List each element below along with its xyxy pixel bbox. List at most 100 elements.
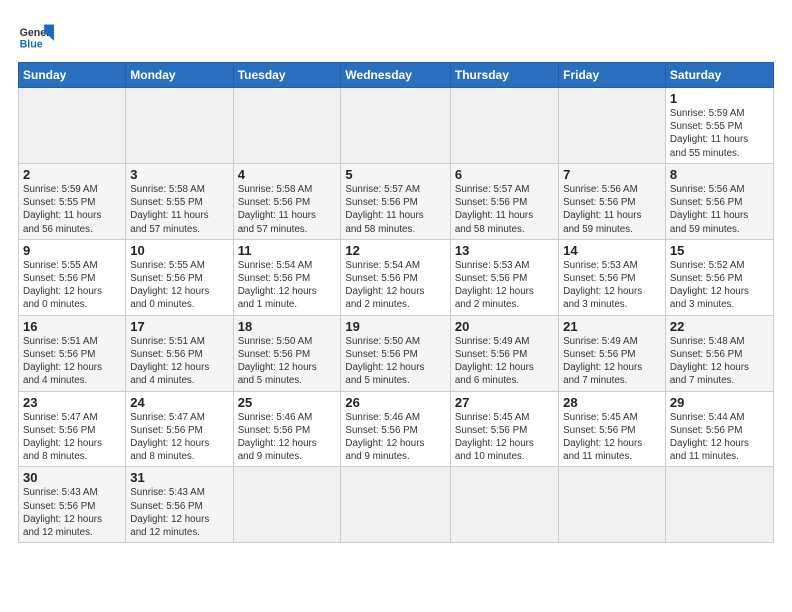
day-number: 26	[345, 395, 445, 410]
calendar-cell	[341, 467, 450, 543]
day-number: 3	[130, 167, 228, 182]
calendar-week-row: 9Sunrise: 5:55 AM Sunset: 5:56 PM Daylig…	[19, 239, 774, 315]
day-info: Sunrise: 5:57 AM Sunset: 5:56 PM Dayligh…	[455, 183, 554, 236]
day-number: 2	[23, 167, 121, 182]
day-info: Sunrise: 5:58 AM Sunset: 5:55 PM Dayligh…	[130, 183, 228, 236]
calendar-day-header: Sunday	[19, 63, 126, 88]
day-info: Sunrise: 5:46 AM Sunset: 5:56 PM Dayligh…	[345, 411, 445, 464]
day-info: Sunrise: 5:58 AM Sunset: 5:56 PM Dayligh…	[238, 183, 337, 236]
day-info: Sunrise: 5:46 AM Sunset: 5:56 PM Dayligh…	[238, 411, 337, 464]
calendar-cell	[233, 88, 341, 164]
day-info: Sunrise: 5:48 AM Sunset: 5:56 PM Dayligh…	[670, 335, 769, 388]
calendar-cell: 11Sunrise: 5:54 AM Sunset: 5:56 PM Dayli…	[233, 239, 341, 315]
calendar-cell: 14Sunrise: 5:53 AM Sunset: 5:56 PM Dayli…	[559, 239, 666, 315]
day-number: 16	[23, 319, 121, 334]
calendar-cell: 10Sunrise: 5:55 AM Sunset: 5:56 PM Dayli…	[126, 239, 233, 315]
day-info: Sunrise: 5:43 AM Sunset: 5:56 PM Dayligh…	[130, 486, 228, 539]
day-info: Sunrise: 5:54 AM Sunset: 5:56 PM Dayligh…	[345, 259, 445, 312]
calendar-cell: 17Sunrise: 5:51 AM Sunset: 5:56 PM Dayli…	[126, 315, 233, 391]
day-number: 9	[23, 243, 121, 258]
day-number: 18	[238, 319, 337, 334]
day-info: Sunrise: 5:47 AM Sunset: 5:56 PM Dayligh…	[23, 411, 121, 464]
day-info: Sunrise: 5:44 AM Sunset: 5:56 PM Dayligh…	[670, 411, 769, 464]
day-info: Sunrise: 5:53 AM Sunset: 5:56 PM Dayligh…	[563, 259, 661, 312]
calendar-cell: 24Sunrise: 5:47 AM Sunset: 5:56 PM Dayli…	[126, 391, 233, 467]
calendar-header-row: SundayMondayTuesdayWednesdayThursdayFrid…	[19, 63, 774, 88]
day-info: Sunrise: 5:56 AM Sunset: 5:56 PM Dayligh…	[670, 183, 769, 236]
day-number: 11	[238, 243, 337, 258]
calendar-day-header: Tuesday	[233, 63, 341, 88]
day-number: 7	[563, 167, 661, 182]
day-number: 28	[563, 395, 661, 410]
calendar-cell: 26Sunrise: 5:46 AM Sunset: 5:56 PM Dayli…	[341, 391, 450, 467]
calendar-cell: 15Sunrise: 5:52 AM Sunset: 5:56 PM Dayli…	[665, 239, 773, 315]
calendar-day-header: Monday	[126, 63, 233, 88]
day-number: 14	[563, 243, 661, 258]
calendar-week-row: 2Sunrise: 5:59 AM Sunset: 5:55 PM Daylig…	[19, 163, 774, 239]
calendar-cell	[450, 467, 558, 543]
calendar-cell	[19, 88, 126, 164]
calendar-cell: 21Sunrise: 5:49 AM Sunset: 5:56 PM Dayli…	[559, 315, 666, 391]
calendar-cell: 5Sunrise: 5:57 AM Sunset: 5:56 PM Daylig…	[341, 163, 450, 239]
calendar-cell: 27Sunrise: 5:45 AM Sunset: 5:56 PM Dayli…	[450, 391, 558, 467]
calendar-cell: 23Sunrise: 5:47 AM Sunset: 5:56 PM Dayli…	[19, 391, 126, 467]
calendar-cell: 29Sunrise: 5:44 AM Sunset: 5:56 PM Dayli…	[665, 391, 773, 467]
calendar-cell: 19Sunrise: 5:50 AM Sunset: 5:56 PM Dayli…	[341, 315, 450, 391]
calendar-cell: 4Sunrise: 5:58 AM Sunset: 5:56 PM Daylig…	[233, 163, 341, 239]
day-info: Sunrise: 5:49 AM Sunset: 5:56 PM Dayligh…	[563, 335, 661, 388]
calendar-cell: 1Sunrise: 5:59 AM Sunset: 5:55 PM Daylig…	[665, 88, 773, 164]
day-info: Sunrise: 5:45 AM Sunset: 5:56 PM Dayligh…	[455, 411, 554, 464]
day-number: 4	[238, 167, 337, 182]
calendar-week-row: 1Sunrise: 5:59 AM Sunset: 5:55 PM Daylig…	[19, 88, 774, 164]
calendar-week-row: 30 Sunrise: 5:43 AM Sunset: 5:56 PM Dayli…	[19, 467, 774, 543]
calendar-cell: 28Sunrise: 5:45 AM Sunset: 5:56 PM Dayli…	[559, 391, 666, 467]
day-number: 6	[455, 167, 554, 182]
day-number: 30	[23, 470, 121, 485]
day-info: Sunrise: 5:56 AM Sunset: 5:56 PM Dayligh…	[563, 183, 661, 236]
calendar-cell: 6Sunrise: 5:57 AM Sunset: 5:56 PM Daylig…	[450, 163, 558, 239]
day-number: 31	[130, 470, 228, 485]
day-info: Sunrise: 5:45 AM Sunset: 5:56 PM Dayligh…	[563, 411, 661, 464]
calendar-cell: 31Sunrise: 5:43 AM Sunset: 5:56 PM Dayli…	[126, 467, 233, 543]
day-info: Sunrise: 5:52 AM Sunset: 5:56 PM Dayligh…	[670, 259, 769, 312]
calendar-cell: 7Sunrise: 5:56 AM Sunset: 5:56 PM Daylig…	[559, 163, 666, 239]
day-number: 15	[670, 243, 769, 258]
calendar-cell	[233, 467, 341, 543]
calendar-cell: 2Sunrise: 5:59 AM Sunset: 5:55 PM Daylig…	[19, 163, 126, 239]
day-number: 17	[130, 319, 228, 334]
calendar-cell: 22Sunrise: 5:48 AM Sunset: 5:56 PM Dayli…	[665, 315, 773, 391]
day-info: Sunrise: 5:50 AM Sunset: 5:56 PM Dayligh…	[238, 335, 337, 388]
calendar-cell	[126, 88, 233, 164]
calendar-cell: 12Sunrise: 5:54 AM Sunset: 5:56 PM Dayli…	[341, 239, 450, 315]
calendar-day-header: Wednesday	[341, 63, 450, 88]
calendar-cell: 16Sunrise: 5:51 AM Sunset: 5:56 PM Dayli…	[19, 315, 126, 391]
day-number: 12	[345, 243, 445, 258]
day-info: Sunrise: 5:55 AM Sunset: 5:56 PM Dayligh…	[23, 259, 121, 312]
logo: General Blue	[18, 18, 54, 54]
day-info: Sunrise: 5:59 AM Sunset: 5:55 PM Dayligh…	[670, 107, 769, 160]
calendar-cell: 3Sunrise: 5:58 AM Sunset: 5:55 PM Daylig…	[126, 163, 233, 239]
day-number: 1	[670, 91, 769, 106]
calendar-day-header: Friday	[559, 63, 666, 88]
day-info: Sunrise: 5:57 AM Sunset: 5:56 PM Dayligh…	[345, 183, 445, 236]
calendar-cell	[341, 88, 450, 164]
calendar-cell: 20Sunrise: 5:49 AM Sunset: 5:56 PM Dayli…	[450, 315, 558, 391]
day-number: 25	[238, 395, 337, 410]
day-number: 5	[345, 167, 445, 182]
day-info: Sunrise: 5:59 AM Sunset: 5:55 PM Dayligh…	[23, 183, 121, 236]
day-info: Sunrise: 5:50 AM Sunset: 5:56 PM Dayligh…	[345, 335, 445, 388]
day-number: 10	[130, 243, 228, 258]
day-number: 29	[670, 395, 769, 410]
calendar-cell	[559, 88, 666, 164]
day-info: Sunrise: 5:51 AM Sunset: 5:56 PM Dayligh…	[130, 335, 228, 388]
calendar-day-header: Thursday	[450, 63, 558, 88]
calendar-cell	[665, 467, 773, 543]
calendar-day-header: Saturday	[665, 63, 773, 88]
calendar-cell	[559, 467, 666, 543]
calendar-cell: 18Sunrise: 5:50 AM Sunset: 5:56 PM Dayli…	[233, 315, 341, 391]
calendar-cell: 25Sunrise: 5:46 AM Sunset: 5:56 PM Dayli…	[233, 391, 341, 467]
day-info: Sunrise: 5:53 AM Sunset: 5:56 PM Dayligh…	[455, 259, 554, 312]
calendar-week-row: 16 Sunrise: 5:51 AM Sunset: 5:56 PM Dayli…	[19, 315, 774, 391]
day-number: 13	[455, 243, 554, 258]
day-number: 22	[670, 319, 769, 334]
